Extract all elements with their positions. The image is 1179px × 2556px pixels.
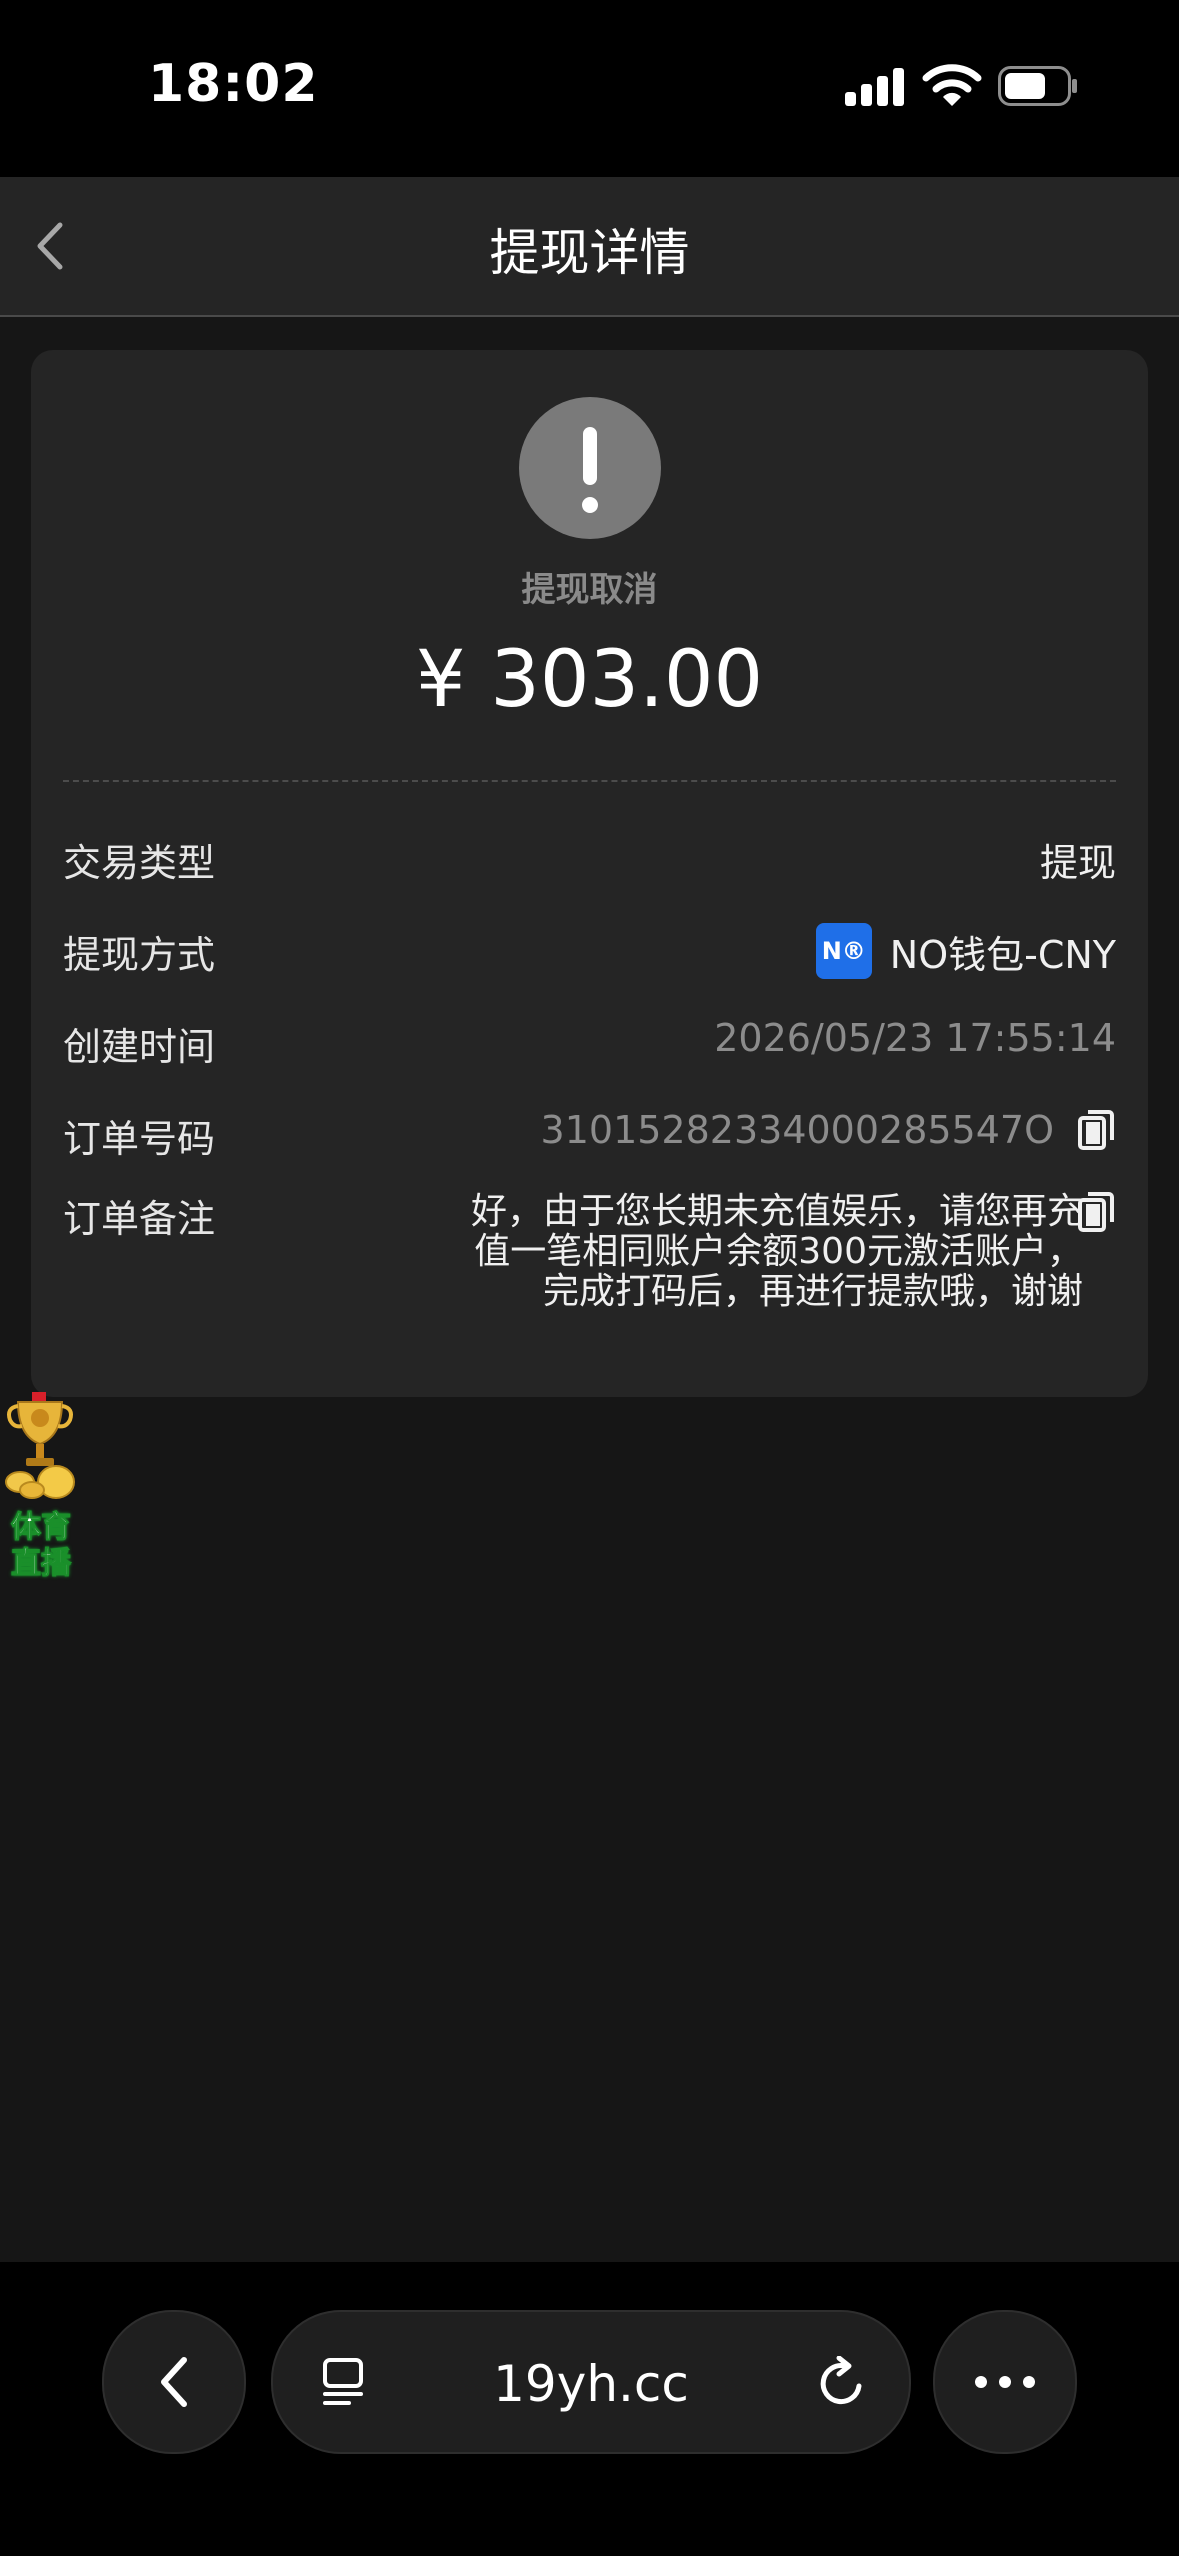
created-time-label: 创建时间	[63, 1025, 216, 1069]
order-number-value: 31015282334000285547O	[540, 1108, 1054, 1152]
browser-back-button[interactable]	[102, 2310, 246, 2454]
browser-toolbar: 19yh.cc	[0, 2262, 1179, 2556]
nav-header: 提现详情	[0, 177, 1179, 317]
order-remark-value: 好，由于您长期未充值娱乐，请您再充值一笔相同账户余额300元激活账户，完成打码后…	[471, 1191, 1084, 1312]
copy-order-number-icon[interactable]	[1076, 1108, 1116, 1152]
copy-order-remark-icon[interactable]	[1076, 1190, 1116, 1234]
address-bar[interactable]: 19yh.cc	[271, 2310, 911, 2454]
no-wallet-logo-icon: N®	[815, 923, 872, 979]
back-arrow-icon	[161, 2357, 187, 2407]
dashed-divider	[63, 780, 1116, 782]
transaction-type-label: 交易类型	[63, 841, 216, 885]
wifi-icon	[922, 64, 982, 106]
browser-more-button[interactable]	[933, 2310, 1077, 2454]
status-time: 18:02	[148, 54, 319, 114]
withdraw-method-text: NO钱包-CNY	[889, 932, 1116, 977]
more-dots-icon	[975, 2376, 1035, 2388]
battery-icon	[998, 66, 1077, 106]
exclamation-icon	[519, 397, 661, 539]
cellular-signal-icon	[845, 66, 905, 106]
sports-badge-line2: 直播	[11, 1546, 72, 1582]
order-number-label: 订单号码	[63, 1117, 216, 1161]
withdrawal-amount: ¥ 303.00	[415, 635, 764, 725]
page-title: 提现详情	[489, 224, 690, 282]
sports-live-floating-button[interactable]: 体育 直播	[0, 1390, 82, 1590]
created-time-value: 2026/05/23 17:55:14	[714, 1016, 1116, 1060]
withdraw-method-value: N® NO钱包-CNY	[815, 923, 1116, 979]
withdraw-method-label: 提现方式	[63, 933, 216, 977]
status-bar: 18:02	[0, 0, 1179, 177]
order-remark-label: 订单备注	[63, 1197, 216, 1241]
sports-badge-line1: 体育	[11, 1510, 72, 1546]
transaction-type-value: 提现	[1039, 841, 1116, 885]
trophy-icon	[5, 1392, 75, 1499]
withdrawal-status: 提现取消	[521, 570, 658, 610]
url-text: 19yh.cc	[493, 2355, 689, 2413]
withdrawal-detail-card: 提现取消 ¥ 303.00 交易类型 提现 提现方式 N® NO钱包-CNY 创…	[31, 350, 1148, 1397]
reload-icon[interactable]	[815, 2356, 869, 2410]
